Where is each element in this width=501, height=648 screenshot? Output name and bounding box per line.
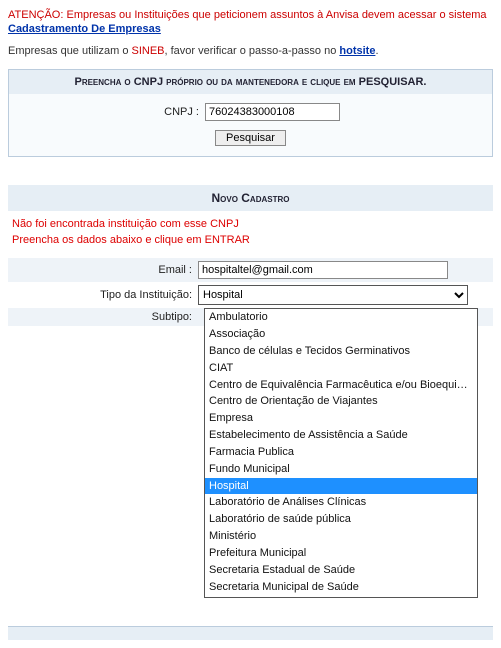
- tipo-option[interactable]: CIAT: [205, 360, 477, 377]
- search-title-end: PESQUISAR.: [359, 76, 427, 88]
- info-sineb: SINEB: [132, 45, 165, 57]
- tipo-option[interactable]: Estabelecimento de Assistência a Saúde: [205, 427, 477, 444]
- warning-block: ATENÇÃO: Empresas ou Instituições que pe…: [8, 8, 493, 35]
- novo-cadastro-title: Novo Cadastro: [8, 185, 493, 211]
- cnpj-label: CNPJ :: [15, 106, 205, 118]
- email-input[interactable]: [198, 261, 448, 279]
- pesquisar-button[interactable]: Pesquisar: [215, 130, 286, 146]
- tipo-option[interactable]: Laboratório de Análises Clínicas: [205, 494, 477, 511]
- error-line-2: Preencha os dados abaixo e clique em ENT…: [12, 233, 489, 248]
- tipo-option[interactable]: Empresa: [205, 410, 477, 427]
- search-panel-title: Preencha o CNPJ próprio ou da mantenedor…: [9, 70, 492, 94]
- subtipo-label: Subtipo:: [8, 311, 198, 323]
- warning-text: Empresas ou Instituições que peticionem …: [66, 9, 486, 21]
- tipo-option[interactable]: Banco de células e Tecidos Germinativos: [205, 343, 477, 360]
- tipo-option[interactable]: Farmacia Publica: [205, 444, 477, 461]
- link-cadastramento-empresas[interactable]: Cadastramento De Empresas: [8, 23, 161, 35]
- cnpj-input[interactable]: [205, 103, 340, 121]
- error-messages: Não foi encontrada instituição com esse …: [8, 211, 493, 258]
- warning-prefix: ATENÇÃO:: [8, 9, 66, 21]
- tipo-option[interactable]: Ministério: [205, 528, 477, 545]
- email-label: Email :: [8, 264, 198, 276]
- tipo-option[interactable]: Associação: [205, 326, 477, 343]
- tipo-option[interactable]: Servico de Hemoterapia: [205, 596, 477, 599]
- search-title-mid: próprio ou da mantenedora e clique em: [163, 76, 359, 88]
- tipo-option[interactable]: Secretaria Estadual de Saúde: [205, 562, 477, 579]
- tipo-option[interactable]: Secretaria Municipal de Saúde: [205, 579, 477, 596]
- tipo-option[interactable]: Fundo Municipal: [205, 461, 477, 478]
- tipo-option[interactable]: Ambulatorio: [205, 309, 477, 326]
- error-line-1: Não foi encontrada instituição com esse …: [12, 217, 489, 232]
- info-post: .: [375, 45, 378, 57]
- search-panel: Preencha o CNPJ próprio ou da mantenedor…: [8, 69, 493, 157]
- bottom-bar: [8, 626, 493, 640]
- tipo-option[interactable]: Prefeitura Municipal: [205, 545, 477, 562]
- tipo-label: Tipo da Instituição:: [8, 289, 198, 301]
- info-mid: , favor verificar o passo-a-passo no: [165, 45, 340, 57]
- link-hotsite[interactable]: hotsite: [339, 45, 375, 57]
- tipo-option[interactable]: Laboratório de saúde pública: [205, 511, 477, 528]
- novo-cadastro-form: Email : Tipo da Instituição: Hospital Su…: [8, 258, 493, 326]
- tipo-select[interactable]: Hospital: [198, 285, 468, 305]
- tipo-dropdown-list[interactable]: AmbulatorioAssociaçãoBanco de células e …: [204, 308, 478, 598]
- tipo-option[interactable]: Centro de Orientação de Viajantes: [205, 393, 477, 410]
- info-pre: Empresas que utilizam o: [8, 45, 132, 57]
- tipo-option[interactable]: Hospital: [205, 478, 477, 495]
- search-title-cnpj: CNPJ: [134, 76, 163, 88]
- tipo-option[interactable]: Centro de Equivalência Farmacêutica e/ou…: [205, 377, 477, 394]
- info-line: Empresas que utilizam o SINEB, favor ver…: [8, 45, 493, 57]
- search-title-pre: Preencha o: [74, 76, 133, 88]
